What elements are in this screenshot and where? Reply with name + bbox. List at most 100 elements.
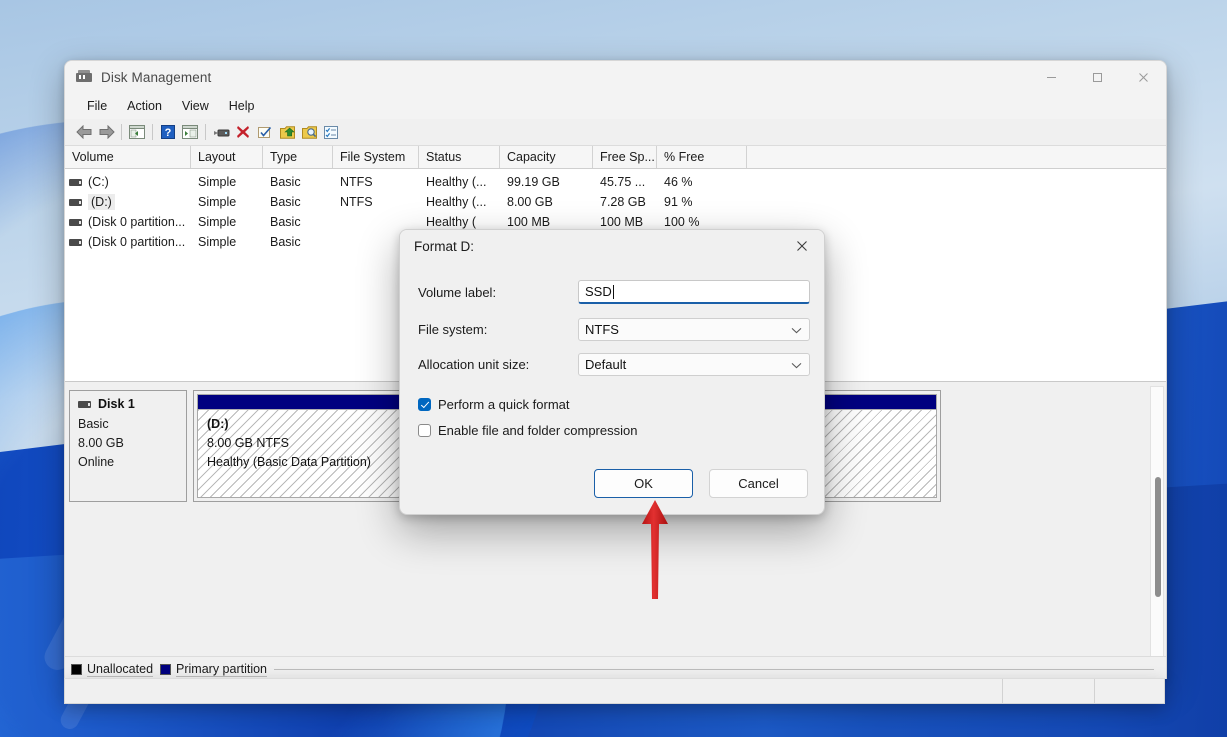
menu-file[interactable]: File xyxy=(77,96,117,116)
menu-help[interactable]: Help xyxy=(219,96,265,116)
volume-icon xyxy=(69,179,82,186)
close-icon[interactable] xyxy=(780,230,824,262)
maximize-icon[interactable] xyxy=(1074,61,1120,93)
menu-action[interactable]: Action xyxy=(117,96,172,116)
disk-capacity: 8.00 GB xyxy=(78,434,186,453)
cell-capacity: 8.00 GB xyxy=(500,192,593,212)
legend-label-primary-partition: Primary partition xyxy=(176,662,267,677)
volume-icon xyxy=(69,199,82,206)
cell-layout: Simple xyxy=(191,212,263,232)
check-icon[interactable] xyxy=(254,121,276,143)
properties-icon[interactable] xyxy=(210,121,232,143)
extend-volume-icon[interactable] xyxy=(276,121,298,143)
delete-icon[interactable] xyxy=(232,121,254,143)
close-icon[interactable] xyxy=(1120,61,1166,93)
forward-arrow-icon[interactable] xyxy=(95,121,117,143)
legend-rule xyxy=(274,669,1154,670)
disk-drive-icon xyxy=(78,401,91,408)
column-header-free-space[interactable]: Free Sp... xyxy=(593,146,657,168)
toolbar: ? xyxy=(65,119,1166,146)
column-header-layout[interactable]: Layout xyxy=(191,146,263,168)
window-controls xyxy=(1028,61,1166,93)
text-caret xyxy=(613,285,614,299)
file-system-value: NTFS xyxy=(585,322,619,337)
explore-icon[interactable] xyxy=(298,121,320,143)
checkbox-enable-compression[interactable]: Enable file and folder compression xyxy=(418,423,824,438)
toolbar-separator xyxy=(152,124,153,140)
cell-layout: Simple xyxy=(191,172,263,192)
menubar: File Action View Help xyxy=(65,93,1166,119)
checkbox-quick-format-label: Perform a quick format xyxy=(438,397,570,412)
cell-type: Basic xyxy=(263,232,333,252)
legend-item-primary-partition: Primary partition xyxy=(160,662,267,677)
table-row[interactable]: (D:) Simple Basic NTFS Healthy (... 8.00… xyxy=(65,192,1166,212)
disk-status: Online xyxy=(78,453,186,472)
window-title: Disk Management xyxy=(101,70,211,85)
scrollbar-thumb[interactable] xyxy=(1155,477,1161,597)
legend-label-unallocated: Unallocated xyxy=(87,662,153,677)
chevron-down-icon xyxy=(791,357,802,372)
cancel-button[interactable]: Cancel xyxy=(709,469,808,498)
format-dialog: Format D: Volume label: SSD File system:… xyxy=(399,229,825,515)
dialog-titlebar[interactable]: Format D: xyxy=(400,230,824,262)
column-header-percent-free[interactable]: % Free xyxy=(657,146,747,168)
show-hide-console-tree-icon[interactable] xyxy=(126,121,148,143)
cell-capacity: 99.19 GB xyxy=(500,172,593,192)
cell-file-system: NTFS xyxy=(333,192,419,212)
cell-volume: (D:) xyxy=(88,194,115,210)
column-header-capacity[interactable]: Capacity xyxy=(500,146,593,168)
allocation-unit-size-dropdown[interactable]: Default xyxy=(578,353,810,376)
ok-button[interactable]: OK xyxy=(594,469,693,498)
annotation-arrow-icon xyxy=(637,500,673,600)
legend-item-unallocated: Unallocated xyxy=(71,662,153,677)
field-volume-label: Volume label: SSD xyxy=(418,280,824,304)
allocation-unit-size-value: Default xyxy=(585,357,626,372)
cell-volume: (Disk 0 partition... xyxy=(88,215,185,229)
task-list-icon[interactable] xyxy=(320,121,342,143)
status-bar-segment xyxy=(1002,679,1094,703)
file-system-dropdown[interactable]: NTFS xyxy=(578,318,810,341)
cell-type: Basic xyxy=(263,212,333,232)
cell-percent-free: 46 % xyxy=(657,172,747,192)
label-allocation-unit-size: Allocation unit size: xyxy=(418,357,578,372)
volume-icon xyxy=(69,219,82,226)
dialog-title: Format D: xyxy=(414,239,474,254)
disk-info-block[interactable]: Disk 1 Basic 8.00 GB Online xyxy=(69,390,187,502)
checkbox-enable-compression-box[interactable] xyxy=(418,424,431,437)
help-icon[interactable]: ? xyxy=(157,121,179,143)
disk-type: Basic xyxy=(78,415,186,434)
checkbox-quick-format[interactable]: Perform a quick format xyxy=(418,397,824,412)
svg-text:?: ? xyxy=(165,127,172,139)
column-header-type[interactable]: Type xyxy=(263,146,333,168)
toolbar-separator xyxy=(205,124,206,140)
show-hide-action-pane-icon[interactable] xyxy=(179,121,201,143)
menu-view[interactable]: View xyxy=(172,96,219,116)
volume-icon xyxy=(69,239,82,246)
status-bar-segment xyxy=(1094,679,1164,703)
cell-free-space: 7.28 GB xyxy=(593,192,657,212)
window-titlebar[interactable]: Disk Management xyxy=(65,61,1166,93)
cell-status: Healthy (... xyxy=(419,192,500,212)
minimize-icon[interactable] xyxy=(1028,61,1074,93)
legend-swatch-primary-partition xyxy=(160,664,171,675)
volume-label-input[interactable]: SSD xyxy=(578,280,810,304)
column-header-file-system[interactable]: File System xyxy=(333,146,419,168)
back-arrow-icon[interactable] xyxy=(73,121,95,143)
legend: Unallocated Primary partition xyxy=(65,656,1166,679)
toolbar-separator xyxy=(121,124,122,140)
cell-free-space: 45.75 ... xyxy=(593,172,657,192)
dialog-buttons: OK Cancel xyxy=(594,469,808,498)
cell-percent-free: 91 % xyxy=(657,192,747,212)
column-header-filler xyxy=(747,146,1166,168)
column-header-status[interactable]: Status xyxy=(419,146,500,168)
chevron-down-icon xyxy=(791,322,802,337)
vertical-scrollbar[interactable] xyxy=(1150,386,1164,677)
cell-volume: (Disk 0 partition... xyxy=(88,235,185,249)
table-row[interactable]: (C:) Simple Basic NTFS Healthy (... 99.1… xyxy=(65,172,1166,192)
checkbox-quick-format-box[interactable] xyxy=(418,398,431,411)
volume-list-header: Volume Layout Type File System Status Ca… xyxy=(65,146,1166,169)
disk-drive-icon xyxy=(76,69,92,85)
disk-name: Disk 1 xyxy=(98,397,135,411)
column-header-volume[interactable]: Volume xyxy=(65,146,191,168)
field-allocation-unit-size: Allocation unit size: Default xyxy=(418,353,824,376)
